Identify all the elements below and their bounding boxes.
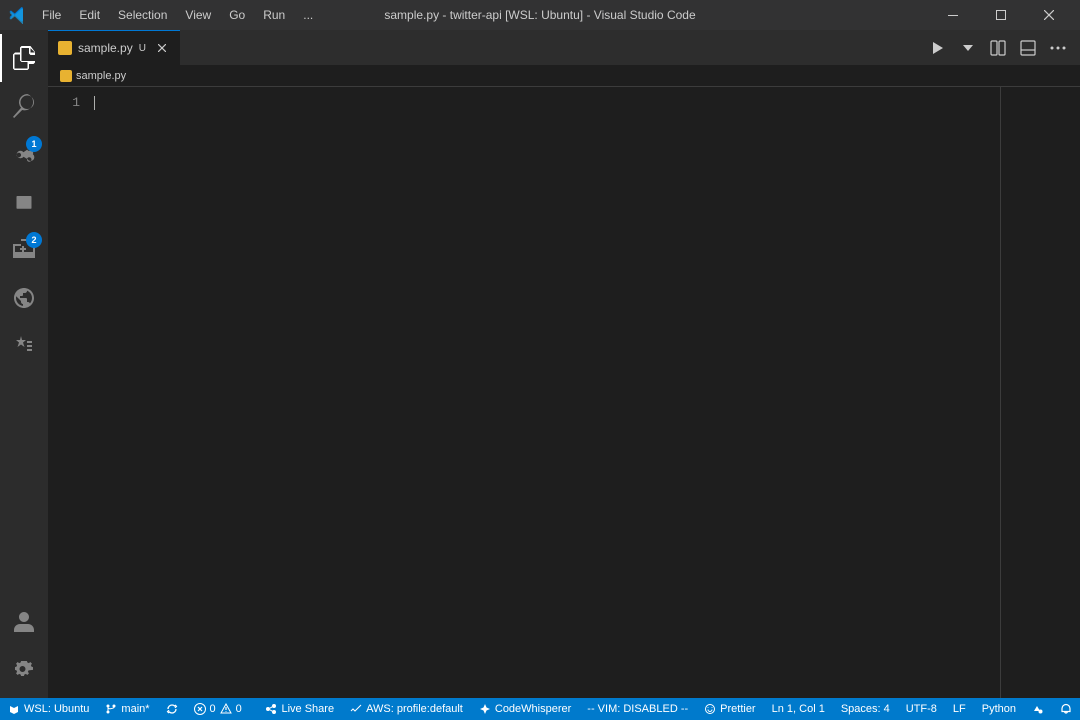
status-live-share[interactable]: Live Share	[257, 698, 342, 720]
activity-accounts[interactable]	[0, 598, 48, 646]
vscode-logo-icon	[8, 6, 26, 24]
warning-icon	[220, 703, 232, 715]
close-button[interactable]	[1026, 0, 1072, 30]
run-dropdown-button[interactable]	[954, 34, 982, 62]
status-live-share-label: Live Share	[281, 703, 334, 715]
status-remote-indicator[interactable]	[1024, 698, 1052, 720]
activity-run-debug[interactable]	[0, 178, 48, 226]
split-editor-button[interactable]	[984, 34, 1012, 62]
status-notifications[interactable]	[1052, 698, 1080, 720]
source-control-badge: 1	[26, 136, 42, 152]
status-wsl-label: WSL: Ubuntu	[24, 703, 89, 715]
status-warnings-count: 0	[236, 703, 242, 715]
sync-icon	[166, 703, 178, 715]
status-spaces-label: Spaces: 4	[841, 703, 890, 715]
more-actions-button[interactable]	[1044, 34, 1072, 62]
status-errors[interactable]: 0 0	[186, 698, 250, 720]
breadcrumb-filename: sample.py	[76, 70, 126, 82]
editor-content[interactable]: 1	[48, 87, 1080, 698]
main-area: 1 2	[0, 30, 1080, 698]
toggle-panel-button[interactable]	[1014, 34, 1042, 62]
tab-sample-py[interactable]: sample.py U	[48, 30, 180, 65]
status-aws-label: AWS: profile:default	[366, 703, 463, 715]
activity-bar: 1 2	[0, 30, 48, 698]
status-branch[interactable]: main*	[97, 698, 157, 720]
minimize-button[interactable]	[930, 0, 976, 30]
status-prettier[interactable]: Prettier	[696, 698, 763, 720]
line-number-1: 1	[48, 93, 80, 112]
codewhisperer-icon	[479, 703, 491, 715]
editor-toolbar-right	[924, 30, 1080, 65]
wsl-icon	[8, 703, 20, 715]
window-title: sample.py - twitter-api [WSL: Ubuntu] - …	[384, 8, 695, 22]
branch-icon	[105, 703, 117, 715]
breadcrumb-file-icon	[60, 70, 72, 82]
activity-bottom	[0, 598, 48, 698]
status-eol-label: LF	[953, 703, 966, 715]
window-controls	[930, 0, 1072, 30]
remote-icon	[1032, 703, 1044, 715]
live-share-icon	[265, 703, 277, 715]
run-button[interactable]	[924, 34, 952, 62]
breadcrumb: sample.py	[48, 65, 1080, 87]
status-prettier-label: Prettier	[720, 703, 755, 715]
tab-filename: sample.py	[78, 41, 133, 55]
menu-go[interactable]: Go	[221, 6, 253, 24]
maximize-button[interactable]	[978, 0, 1024, 30]
activity-search[interactable]	[0, 82, 48, 130]
status-encoding-label: UTF-8	[906, 703, 937, 715]
menu-more[interactable]: ...	[295, 6, 321, 24]
status-branch-label: main*	[121, 703, 149, 715]
activity-remote-explorer[interactable]	[0, 274, 48, 322]
status-spaces[interactable]: Spaces: 4	[833, 698, 898, 720]
activity-source-control[interactable]: 1	[0, 130, 48, 178]
menu-file[interactable]: File	[34, 6, 69, 24]
status-language[interactable]: Python	[974, 698, 1024, 720]
status-vim[interactable]: -- VIM: DISABLED --	[579, 698, 696, 720]
line-numbers: 1	[48, 87, 88, 698]
status-codewhisperer-label: CodeWhisperer	[495, 703, 571, 715]
error-icon	[194, 703, 206, 715]
status-line-col-label: Ln 1, Col 1	[772, 703, 825, 715]
prettier-icon	[704, 703, 716, 715]
status-sync[interactable]	[158, 698, 186, 720]
menu-edit[interactable]: Edit	[71, 6, 108, 24]
title-bar-left: File Edit Selection View Go Run ...	[8, 6, 321, 24]
status-eol[interactable]: LF	[945, 698, 974, 720]
code-editor[interactable]	[88, 87, 1000, 698]
activity-testing[interactable]	[0, 322, 48, 370]
bell-icon	[1060, 703, 1072, 715]
tab-close-button[interactable]	[154, 40, 170, 56]
status-codewhisperer[interactable]: CodeWhisperer	[471, 698, 579, 720]
editor-area: sample.py U	[48, 30, 1080, 698]
activity-explorer[interactable]	[0, 34, 48, 82]
status-wsl[interactable]: WSL: Ubuntu	[0, 698, 97, 720]
status-language-label: Python	[982, 703, 1016, 715]
status-line-col[interactable]: Ln 1, Col 1	[764, 698, 833, 720]
menu-run[interactable]: Run	[255, 6, 293, 24]
cursor	[94, 96, 95, 110]
tab-bar: sample.py U	[48, 30, 1080, 65]
status-aws[interactable]: AWS: profile:default	[342, 698, 471, 720]
title-bar: File Edit Selection View Go Run ... samp…	[0, 0, 1080, 30]
menu-view[interactable]: View	[177, 6, 219, 24]
minimap	[1000, 87, 1080, 698]
status-encoding[interactable]: UTF-8	[898, 698, 945, 720]
python-file-icon	[58, 41, 72, 55]
menu-bar: File Edit Selection View Go Run ...	[34, 6, 321, 24]
activity-settings[interactable]	[0, 646, 48, 694]
status-vim-label: -- VIM: DISABLED --	[587, 703, 688, 715]
menu-selection[interactable]: Selection	[110, 6, 175, 24]
extensions-badge: 2	[26, 232, 42, 248]
aws-icon	[350, 703, 362, 715]
tab-modified-indicator: U	[139, 43, 146, 54]
activity-extensions[interactable]: 2	[0, 226, 48, 274]
status-bar: WSL: Ubuntu main* 0 0	[0, 698, 1080, 720]
status-errors-count: 0	[210, 703, 216, 715]
